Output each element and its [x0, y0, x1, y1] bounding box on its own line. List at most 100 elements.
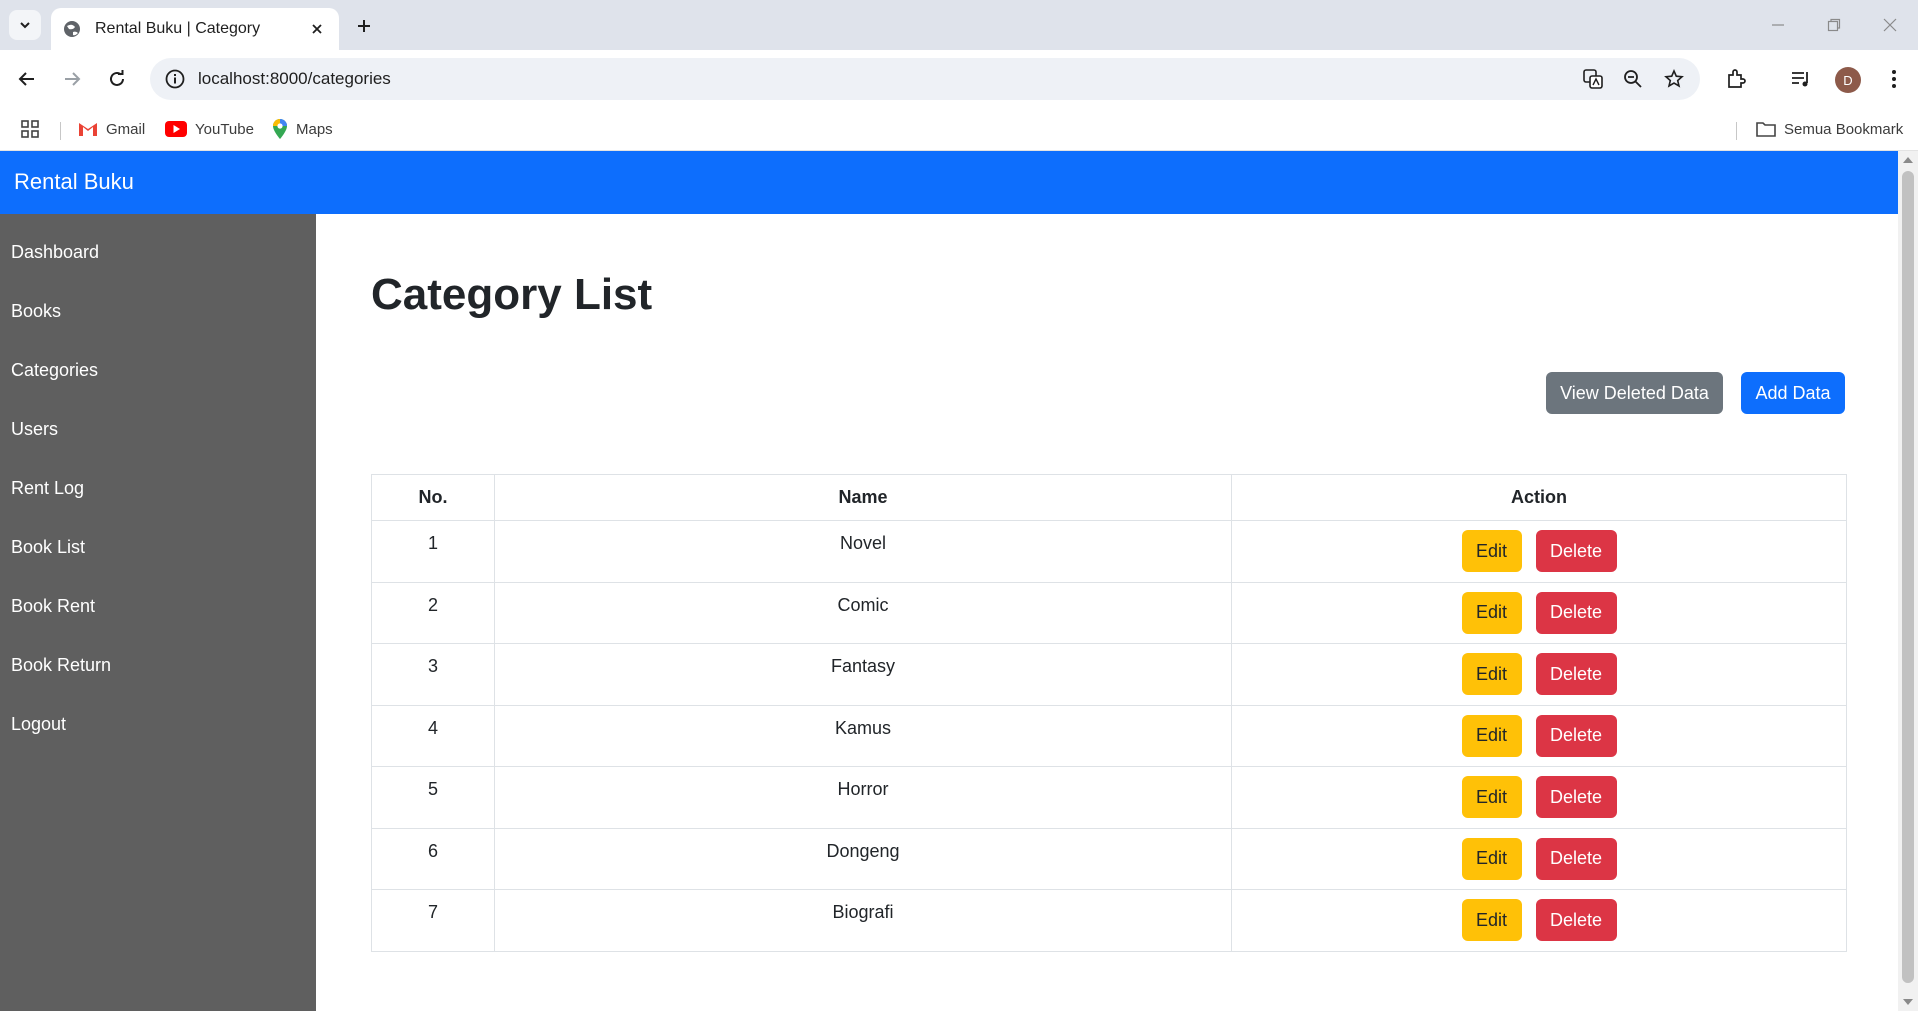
header-action: Action [1231, 474, 1847, 521]
extensions-icon[interactable] [1723, 66, 1749, 92]
restore-button[interactable] [1806, 0, 1862, 50]
maps-icon [273, 119, 287, 139]
cell-name: Comic [494, 581, 1232, 644]
globe-icon [64, 21, 80, 37]
reload-button[interactable] [100, 62, 134, 96]
sidebar-item-dashboard[interactable]: Dashboard [11, 242, 99, 263]
edit-button[interactable]: Edit [1461, 837, 1522, 880]
arrow-right-icon [65, 72, 81, 86]
edit-button[interactable]: Edit [1461, 530, 1522, 572]
arrow-left-icon [18, 72, 34, 86]
close-window-button[interactable] [1862, 0, 1918, 50]
profile-avatar[interactable]: D [1835, 67, 1861, 93]
table-row: 1 Novel Edit Delete [371, 520, 1847, 583]
bookmark-label: YouTube [195, 120, 254, 138]
cell-name: Kamus [494, 704, 1232, 767]
delete-button[interactable]: Delete [1535, 530, 1617, 572]
sidebar: Dashboard Books Categories Users Rent Lo… [0, 214, 316, 1011]
sidebar-item-book-list[interactable]: Book List [11, 537, 85, 558]
bookmark-youtube[interactable]: YouTube [165, 117, 254, 141]
plus-icon [358, 20, 370, 32]
table-row: 3 Fantasy Edit Delete [371, 643, 1847, 706]
url-text[interactable]: localhost:8000/categories [198, 69, 1700, 89]
edit-button[interactable]: Edit [1461, 591, 1522, 634]
delete-button[interactable]: Delete [1535, 776, 1617, 818]
close-icon [1883, 18, 1897, 32]
cell-name: Dongeng [494, 827, 1232, 890]
table-row: 7 Biografi Edit Delete [371, 889, 1847, 952]
delete-button[interactable]: Delete [1535, 899, 1617, 941]
cell-no: 3 [371, 643, 495, 706]
delete-button[interactable]: Delete [1535, 837, 1617, 880]
bookmark-gmail[interactable]: Gmail [78, 117, 145, 141]
back-button[interactable] [10, 62, 44, 96]
cell-no: 1 [371, 520, 495, 583]
folder-icon [1756, 122, 1776, 137]
all-bookmarks-button[interactable]: Semua Bookmark [1756, 117, 1903, 141]
bookmark-separator [60, 122, 61, 140]
delete-button[interactable]: Delete [1535, 591, 1617, 634]
sidebar-item-book-rent[interactable]: Book Rent [11, 596, 95, 617]
bookmark-label: Maps [296, 120, 333, 138]
delete-button[interactable]: Delete [1535, 653, 1617, 695]
bookmarks-bar: Gmail YouTube Maps Semua Bookmark [0, 108, 1918, 151]
sidebar-item-book-return[interactable]: Book Return [11, 655, 111, 676]
row-actions: Edit Delete [1461, 899, 1617, 941]
star-icon[interactable] [1662, 67, 1686, 91]
cell-action: Edit Delete [1231, 581, 1847, 644]
forward-button[interactable] [55, 62, 89, 96]
header-name: Name [494, 474, 1232, 521]
site-info-icon[interactable] [164, 68, 186, 90]
page-scrollbar[interactable] [1898, 151, 1918, 1011]
cell-action: Edit Delete [1231, 643, 1847, 706]
header-no: No. [371, 474, 495, 521]
sidebar-item-books[interactable]: Books [11, 301, 61, 322]
edit-button[interactable]: Edit [1461, 899, 1522, 941]
youtube-icon [165, 121, 187, 137]
browser-toolbar: localhost:8000/categories D [0, 50, 1918, 108]
table-header-row: No. Name Action [371, 474, 1847, 521]
minimize-button[interactable] [1750, 0, 1806, 50]
sidebar-item-rent-log[interactable]: Rent Log [11, 478, 84, 499]
cell-name: Biografi [494, 889, 1232, 952]
translate-icon[interactable] [1581, 67, 1605, 91]
restore-icon [1827, 18, 1841, 32]
main-content: Category List View Deleted Data Add Data… [316, 214, 1898, 1011]
tab-search-button[interactable] [9, 10, 41, 40]
minimize-icon [1772, 24, 1784, 26]
apps-icon[interactable] [20, 117, 48, 141]
chevron-down-icon [20, 22, 30, 29]
delete-button[interactable]: Delete [1535, 714, 1617, 757]
cell-action: Edit Delete [1231, 889, 1847, 952]
cell-action: Edit Delete [1231, 520, 1847, 583]
top-navbar: Rental Buku [0, 151, 1898, 214]
close-tab-icon[interactable] [307, 19, 327, 39]
cell-name: Horror [494, 766, 1232, 829]
bookmark-separator [1736, 122, 1737, 140]
browser-tab-active[interactable]: Rental Buku | Category [51, 8, 339, 50]
address-bar[interactable]: localhost:8000/categories [150, 58, 1700, 100]
new-tab-button[interactable] [350, 12, 378, 40]
category-table: No. Name Action 1 Novel Edit Delete 2 Comic Ed… [371, 474, 1847, 952]
bookmark-label: Gmail [106, 120, 146, 138]
scroll-up-icon[interactable] [1903, 157, 1913, 163]
view-deleted-button[interactable]: View Deleted Data [1546, 372, 1723, 414]
row-actions: Edit Delete [1461, 530, 1617, 572]
sidebar-item-users[interactable]: Users [11, 419, 58, 440]
sidebar-item-categories[interactable]: Categories [11, 360, 98, 381]
media-control-icon[interactable] [1788, 66, 1814, 92]
page-viewport: Rental Buku Dashboard Books Categories U… [0, 151, 1898, 1011]
edit-button[interactable]: Edit [1461, 653, 1522, 695]
more-menu-icon[interactable] [1881, 66, 1907, 92]
add-data-button[interactable]: Add Data [1741, 372, 1845, 414]
edit-button[interactable]: Edit [1461, 776, 1522, 818]
zoom-icon[interactable] [1621, 67, 1645, 91]
tab-title: Rental Buku | Category [95, 20, 261, 37]
brand-title[interactable]: Rental Buku [14, 169, 134, 195]
scroll-thumb[interactable] [1902, 171, 1914, 983]
sidebar-item-logout[interactable]: Logout [11, 714, 66, 735]
scroll-down-icon[interactable] [1903, 999, 1913, 1005]
edit-button[interactable]: Edit [1461, 714, 1522, 757]
bookmark-maps[interactable]: Maps [272, 117, 333, 141]
table-row: 2 Comic Edit Delete [371, 581, 1847, 644]
